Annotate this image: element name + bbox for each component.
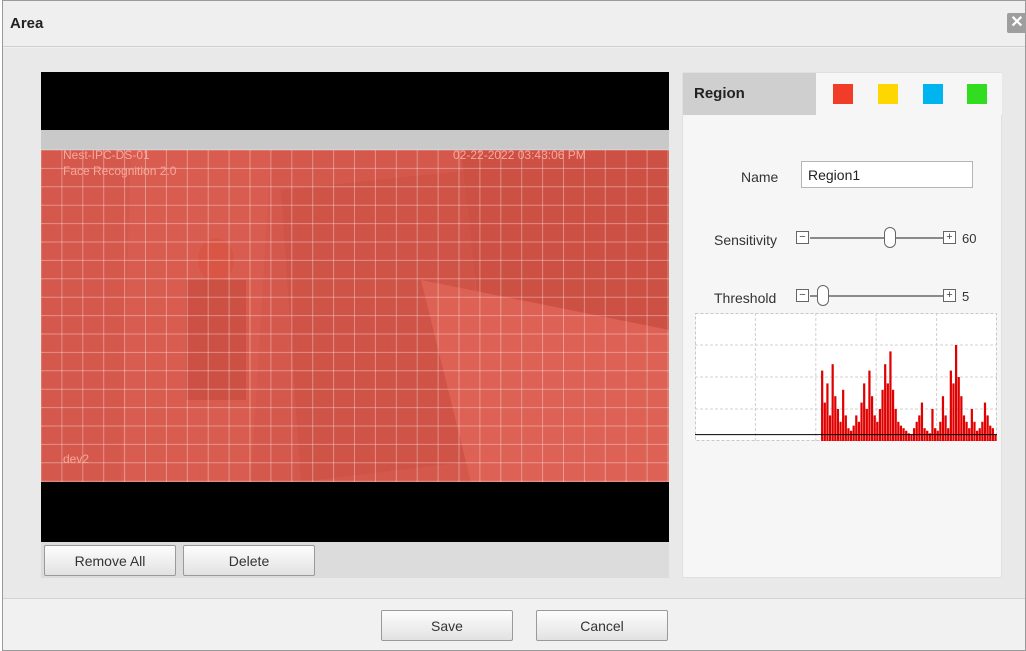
cancel-button[interactable]: Cancel (536, 610, 668, 641)
region-settings-panel: Region Name Sensitivity − + 60 Threshold… (682, 72, 1002, 578)
save-button[interactable]: Save (381, 610, 513, 641)
chart-bar (918, 415, 921, 441)
tab-region[interactable]: Region (683, 73, 816, 115)
chart-bar (894, 409, 897, 441)
chart-bar (839, 421, 842, 441)
chart-bar (823, 402, 826, 441)
chart-bar (884, 364, 887, 441)
threshold-track[interactable] (810, 295, 943, 297)
threshold-label: Threshold (714, 290, 777, 306)
chart-bar (962, 415, 966, 441)
osd-timestamp: 02-22-2022 03:43:06 PM (453, 148, 586, 162)
chart-bar (836, 409, 840, 441)
chart-bar (989, 425, 992, 441)
chart-bar (936, 430, 939, 441)
chart-bar (897, 421, 900, 441)
osd-channel: dev2 (63, 452, 89, 466)
chart-bar (939, 421, 942, 441)
remove-all-button[interactable]: Remove All (44, 545, 176, 576)
chart-bar (821, 370, 824, 441)
sensitivity-minus-icon[interactable]: − (796, 231, 809, 244)
dialog-title: Area (10, 15, 44, 32)
video-panel: Nest-IPC-DS-01 Face Recognition 2.0 02-2… (41, 72, 669, 578)
video-preview[interactable]: Nest-IPC-DS-01 Face Recognition 2.0 02-2… (41, 72, 669, 542)
chart-bar (844, 415, 847, 441)
dialog-titlebar: Area ✕ (3, 1, 1026, 47)
camera-image: Nest-IPC-DS-01 Face Recognition 2.0 02-2… (41, 130, 669, 482)
chart-bar (826, 383, 829, 441)
camera-scene: Nest-IPC-DS-01 Face Recognition 2.0 02-2… (41, 130, 669, 482)
chart-bar (965, 421, 968, 441)
region-tab-label: Region (694, 85, 745, 102)
chart-bar (878, 409, 882, 441)
motion-chart (695, 313, 997, 441)
chart-bar (891, 389, 895, 441)
dialog-body: Nest-IPC-DS-01 Face Recognition 2.0 02-2… (3, 48, 1025, 598)
chart-bar (926, 430, 929, 441)
delete-button[interactable]: Delete (183, 545, 315, 576)
osd-line2: Face Recognition 2.0 (63, 164, 177, 178)
name-field[interactable] (801, 161, 973, 188)
osd-line1: Nest-IPC-DS-01 (63, 148, 150, 162)
threshold-plus-icon[interactable]: + (943, 289, 956, 302)
chart-bar (944, 415, 947, 441)
chart-bar (842, 389, 845, 441)
chart-bar (915, 421, 918, 441)
threshold-slider-thumb[interactable] (816, 285, 829, 306)
chart-bar (981, 421, 984, 441)
chart-bar (920, 402, 924, 441)
swatch-blue[interactable] (923, 84, 943, 104)
chart-bar (868, 370, 871, 441)
chart-bar (957, 377, 960, 441)
chart-bar (905, 430, 908, 441)
ceiling (41, 130, 669, 150)
name-label: Name (741, 169, 779, 185)
chart-bar (860, 402, 863, 441)
chart-bar (970, 409, 973, 441)
chart-bar (852, 425, 855, 441)
dialog-footer: Save Cancel (3, 598, 1025, 650)
chart-bar (889, 351, 892, 441)
chart-bar (986, 415, 989, 441)
area-dialog: Area ✕ Nest-IPC-DS-01 Face Recognition 2… (2, 0, 1026, 651)
chart-bar (983, 402, 987, 441)
threshold-value: 5 (962, 289, 970, 304)
region-color-swatches (816, 73, 1002, 115)
sensitivity-slider-thumb[interactable] (883, 227, 896, 248)
threshold-minus-icon[interactable]: − (796, 289, 809, 302)
chart-bar (857, 421, 861, 441)
chart-bar (849, 430, 853, 441)
chart-bar (873, 415, 876, 441)
sensitivity-label: Sensitivity (714, 232, 778, 248)
swatch-yellow[interactable] (878, 84, 898, 104)
sensitivity-value: 60 (962, 231, 977, 246)
chart-bar (899, 425, 903, 441)
chart-bar (994, 434, 997, 441)
chart-bar (910, 434, 913, 441)
swatch-green[interactable] (967, 84, 987, 104)
chart-bar (863, 383, 866, 441)
chart-bar (828, 415, 832, 441)
chart-bar (949, 370, 952, 441)
chart-bar (952, 383, 955, 441)
chart-bar (886, 383, 889, 441)
chart-bar (865, 409, 868, 441)
chart-bar (881, 389, 884, 441)
close-icon[interactable]: ✕ (1007, 13, 1026, 33)
chart-bar (973, 421, 976, 441)
chart-bar (975, 430, 979, 441)
sensitivity-plus-icon[interactable]: + (943, 231, 956, 244)
chart-bar (831, 364, 834, 441)
chart-bar (855, 415, 858, 441)
sensitivity-track[interactable] (810, 237, 943, 239)
chart-bar (954, 345, 958, 441)
chart-bar (876, 421, 879, 441)
chart-bar (931, 409, 934, 441)
swatch-red[interactable] (833, 84, 853, 104)
